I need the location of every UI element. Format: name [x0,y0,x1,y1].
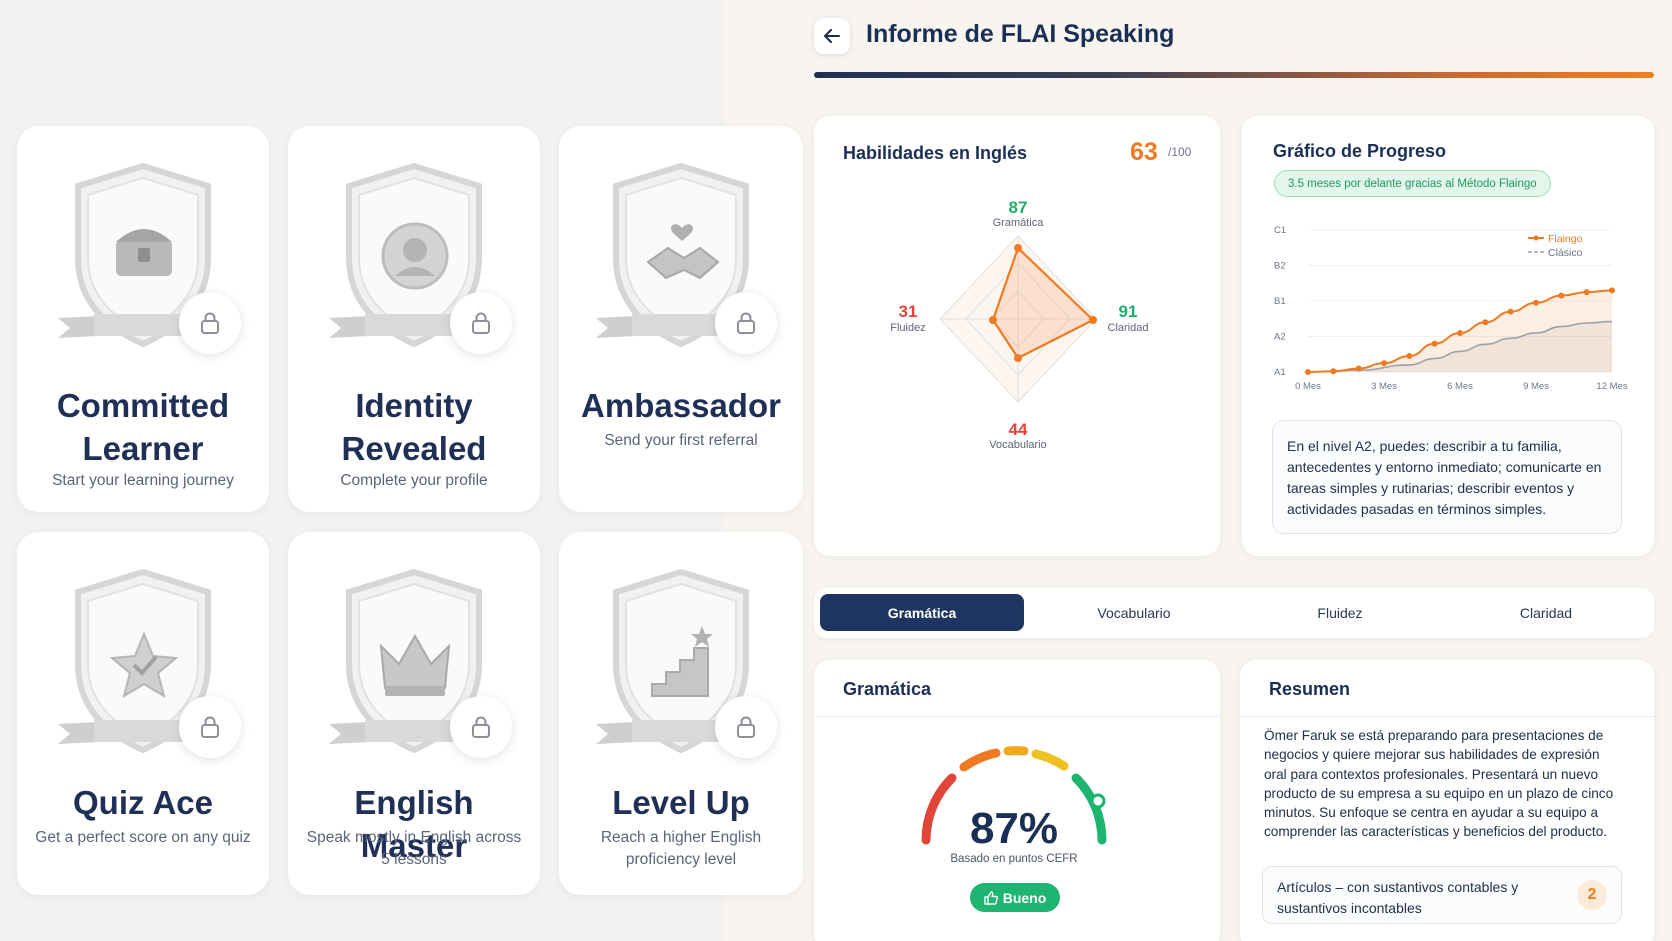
header-divider [814,72,1654,78]
badge-card-english-master[interactable]: English Master Speak mostly in English a… [288,532,540,895]
flaingo-data-point [1330,368,1337,375]
flaingo-data-point [1583,289,1590,296]
skills-score-max: /100 [1168,145,1192,159]
legend-clasico: Clásico [1548,247,1583,259]
skills-radar-chart [939,235,1097,403]
badge-description: Reach a higher English proficiency level [600,829,762,868]
radar-point [1014,354,1022,362]
grammar-note: Basado en puntos CEFR [950,853,1078,865]
badge-description: Complete your profile [340,472,488,489]
badge-description: Start your learning journey [52,472,234,489]
progress-chip: 3.5 meses por delante gracias al Método … [1274,170,1551,197]
grammar-topic-item[interactable]: Artículos – con sustantivos contables y … [1262,866,1622,924]
x-tick-label: 0 Mes [1295,381,1321,392]
badge-description: Send your first referral [604,432,758,449]
flaingo-data-point [1457,329,1463,336]
x-tick-label: 3 Mes [1371,381,1397,392]
flaingo-data-point [1609,287,1615,294]
skill-tabs: Gramática Vocabulario Fluidez Claridad [814,588,1654,638]
level-description: En el nivel A2, puedes: describir a tu f… [1272,420,1622,534]
badge-title: Identity Revealed [341,387,487,467]
x-tick-label: 9 Mes [1523,381,1549,392]
badge-card-level-up[interactable]: Level Up Reach a higher English proficie… [559,532,803,895]
y-tick-label: B1 [1274,296,1286,307]
y-tick-label: B2 [1274,261,1286,272]
badge-card-identity-revealed[interactable]: Identity Revealed Complete your profile [288,126,540,512]
tab-vocabulario[interactable]: Vocabulario [1032,594,1236,631]
radar-point [1014,244,1022,252]
skills-title: Habilidades en Inglés [843,143,1028,163]
radar-value-fluidez: 31 [898,302,918,321]
tab-fluidez[interactable]: Fluidez [1238,594,1442,631]
lock-icon [450,696,512,758]
flaingo-data-point [1507,308,1514,315]
topic-label: Artículos – con sustantivos contables y … [1277,879,1519,916]
panel-divider [1240,716,1654,717]
lock-icon [450,292,512,354]
rating-label: Bueno [1002,889,1047,906]
radar-value-vocabulario: 44 [1008,420,1028,439]
summary-text: Ömer Faruk se está preparando para prese… [1264,728,1614,840]
flaingo-data-point [1381,360,1387,367]
radar-label-vocabulario: Vocabulario [989,439,1047,451]
flaingo-data-point [1558,292,1565,299]
rating-badge: Bueno [970,883,1060,912]
flaingo-data-point [1431,340,1438,347]
legend-flaingo: Flaingo [1548,233,1583,245]
badge-title: Committed Learner [56,387,230,467]
lock-icon [715,696,777,758]
panel-divider [814,716,1220,717]
tab-gramatica[interactable]: Gramática [820,594,1024,631]
thumbs-up-icon [984,890,998,905]
lock-icon [179,292,241,354]
tab-claridad[interactable]: Claridad [1444,594,1648,631]
chart-legend: Flaingo Clásico [1528,233,1583,259]
y-tick-label: C1 [1274,225,1286,236]
flaingo-data-point [1305,369,1311,375]
topic-count-badge: 2 [1577,880,1607,910]
flaingo-data-point [1482,319,1489,326]
badge-description: Get a perfect score on any quiz [35,829,251,846]
badge-title: Level Up [612,784,750,821]
y-tick-label: A1 [1274,367,1286,378]
badge-card-committed-learner[interactable]: Committed Learner Start your learning jo… [17,126,269,512]
radar-label-gramatica: Gramática [992,217,1044,229]
x-tick-label: 6 Mes [1447,381,1473,392]
flaingo-data-point [1406,353,1413,360]
radar-label-claridad: Claridad [1107,322,1149,334]
progress-title: Gráfico de Progreso [1273,141,1447,161]
y-tick-label: A2 [1274,332,1286,343]
flaingo-data-point [1355,365,1362,372]
flaingo-data-point [1533,299,1539,306]
x-tick-label: 12 Mes [1596,381,1627,392]
grammar-percent: 87% [969,804,1059,853]
summary-title: Resumen [1269,679,1351,699]
badge-card-quiz-ace[interactable]: Quiz Ace Get a perfect score on any quiz [17,532,269,895]
radar-label-fluidez: Fluidez [890,322,926,334]
radar-value-gramatica: 87 [1008,198,1028,217]
badge-title: Ambassador [581,387,781,424]
grammar-title: Gramática [843,679,932,699]
back-button[interactable] [814,18,850,54]
badge-description: Speak mostly in English across 5 lessons [306,829,522,868]
badge-title: Quiz Ace [73,784,213,821]
skills-score: 63 [1130,138,1158,166]
badge-card-ambassador[interactable]: Ambassador Send your first referral [559,126,803,512]
lock-icon [179,696,241,758]
lock-icon [715,292,777,354]
radar-value-claridad: 91 [1118,302,1138,321]
arrow-left-icon [824,29,840,43]
progress-line-chart: A1 A2 B1 B2 C1 0 Mes 3 Mes 6 Mes 9 Mes 12 Mes Fl… [1274,225,1628,392]
page-title: Informe de FLAI Speaking [866,20,1175,48]
radar-point [989,316,997,324]
